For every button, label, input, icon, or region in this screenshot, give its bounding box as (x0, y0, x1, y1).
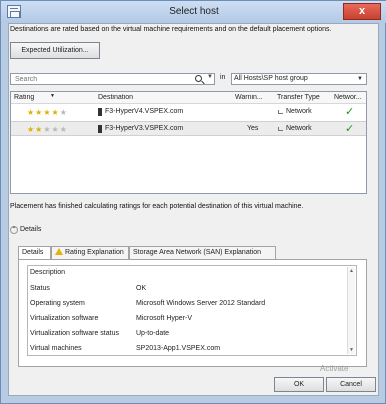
select-host-dialog: Select host x Destinations are rated bas… (0, 0, 386, 404)
tab-rating-explanation[interactable]: Rating Explanation (51, 246, 129, 260)
details-toggle[interactable]: ⌃ Details (10, 226, 41, 234)
column-header-rating[interactable]: Rating ▼ (14, 94, 74, 101)
rating-stars: ★★★★★ (27, 108, 68, 117)
transfer-type-cell: Network (286, 108, 312, 115)
virtual-machines-label: Virtual machines (30, 345, 82, 352)
search-input[interactable] (13, 74, 193, 84)
star-icon: ★ (51, 108, 60, 117)
column-header-transfer-type[interactable]: Transfer Type (277, 94, 335, 101)
description-heading: Description (30, 269, 66, 276)
column-header-destination[interactable]: Destination (98, 94, 178, 101)
details-toggle-label: Details (20, 226, 42, 233)
column-header-warning[interactable]: Warnin... (235, 94, 273, 101)
operating-system-label: Operating system (30, 300, 85, 307)
star-icon: ★ (51, 125, 60, 134)
placement-status-text: Placement has finished calculating ratin… (10, 203, 304, 210)
server-icon (98, 108, 102, 116)
table-header: Rating ▼ Destination Warnin... Transfer T… (11, 92, 366, 104)
sort-desc-icon: ▼ (50, 94, 55, 99)
column-header-network[interactable]: Networ... (334, 94, 368, 101)
virtualization-software-value: Microsoft Hyper-V (136, 315, 193, 322)
destination-cell: F3-HyperV3.VSPEX.com (105, 125, 184, 132)
star-icon: ★ (43, 108, 52, 117)
host-ratings-table[interactable]: Rating ▼ Destination Warnin... Transfer T… (10, 91, 367, 194)
ok-button[interactable]: OK (274, 377, 324, 392)
destination-cell: F3-HyperV4.VSPEX.com (105, 108, 184, 115)
search-box[interactable]: ▼ (10, 73, 215, 85)
scroll-down-icon[interactable]: ▼ (349, 347, 354, 353)
status-label: Status (30, 285, 50, 292)
host-group-value: All Hosts\SP host group (234, 75, 308, 82)
cancel-button[interactable]: Cancel (326, 377, 376, 392)
chevron-up-icon[interactable]: ⌃ (10, 226, 18, 234)
window-title: Select host (169, 6, 219, 17)
search-options-icon[interactable]: ▼ (207, 74, 215, 80)
host-group-select[interactable]: All Hosts\SP host group ▼ (231, 73, 367, 85)
virtualization-status-value: Up-to-date (136, 330, 170, 337)
warning-icon (55, 248, 63, 255)
table-row[interactable]: ★★★★★ F3-HyperV4.VSPEX.com Network ✓ (11, 105, 366, 120)
tab-san-explanation[interactable]: Storage Area Network (SAN) Explanation (129, 246, 276, 260)
star-icon: ★ (27, 125, 36, 134)
server-icon (98, 125, 102, 133)
rating-stars: ★★★★★ (27, 125, 68, 134)
title-bar: Select host x (1, 1, 386, 23)
expected-utilization-button[interactable]: Expected Utilization... (10, 42, 100, 59)
activation-watermark: Activate (320, 364, 349, 373)
star-icon: ★ (59, 125, 68, 134)
table-row[interactable]: ★★★★★ F3-HyperV3.VSPEX.com Yes Network ✓ (11, 121, 366, 136)
close-button[interactable]: x (343, 3, 381, 20)
in-label: in (220, 74, 226, 81)
operating-system-value: Microsoft Windows Server 2012 Standard (136, 300, 266, 307)
check-icon: ✓ (345, 123, 355, 135)
virtual-machines-value: SP2013-App1.VSPEX.com (136, 345, 221, 352)
warning-cell: Yes (247, 125, 259, 132)
virtualization-status-label: Virtualization software status (30, 330, 119, 337)
chevron-down-icon[interactable]: ▼ (357, 74, 363, 84)
destination-description: Destinations are rated based on the virt… (10, 26, 332, 33)
search-icon[interactable] (195, 75, 202, 82)
status-value: OK (136, 285, 147, 292)
star-icon: ★ (27, 108, 36, 117)
transfer-type-cell: Network (286, 125, 312, 132)
details-scrollbar[interactable]: ▲ ▼ (347, 267, 355, 354)
details-panel: Description Status OK Operating system M… (18, 259, 367, 367)
check-icon: ✓ (345, 106, 355, 118)
scroll-up-icon[interactable]: ▲ (349, 268, 354, 274)
virtualization-software-label: Virtualization software (30, 315, 99, 322)
details-list[interactable]: Description Status OK Operating system M… (27, 265, 357, 356)
network-icon (278, 110, 283, 114)
star-icon: ★ (43, 125, 52, 134)
network-icon (278, 127, 283, 131)
star-icon: ★ (59, 108, 68, 117)
